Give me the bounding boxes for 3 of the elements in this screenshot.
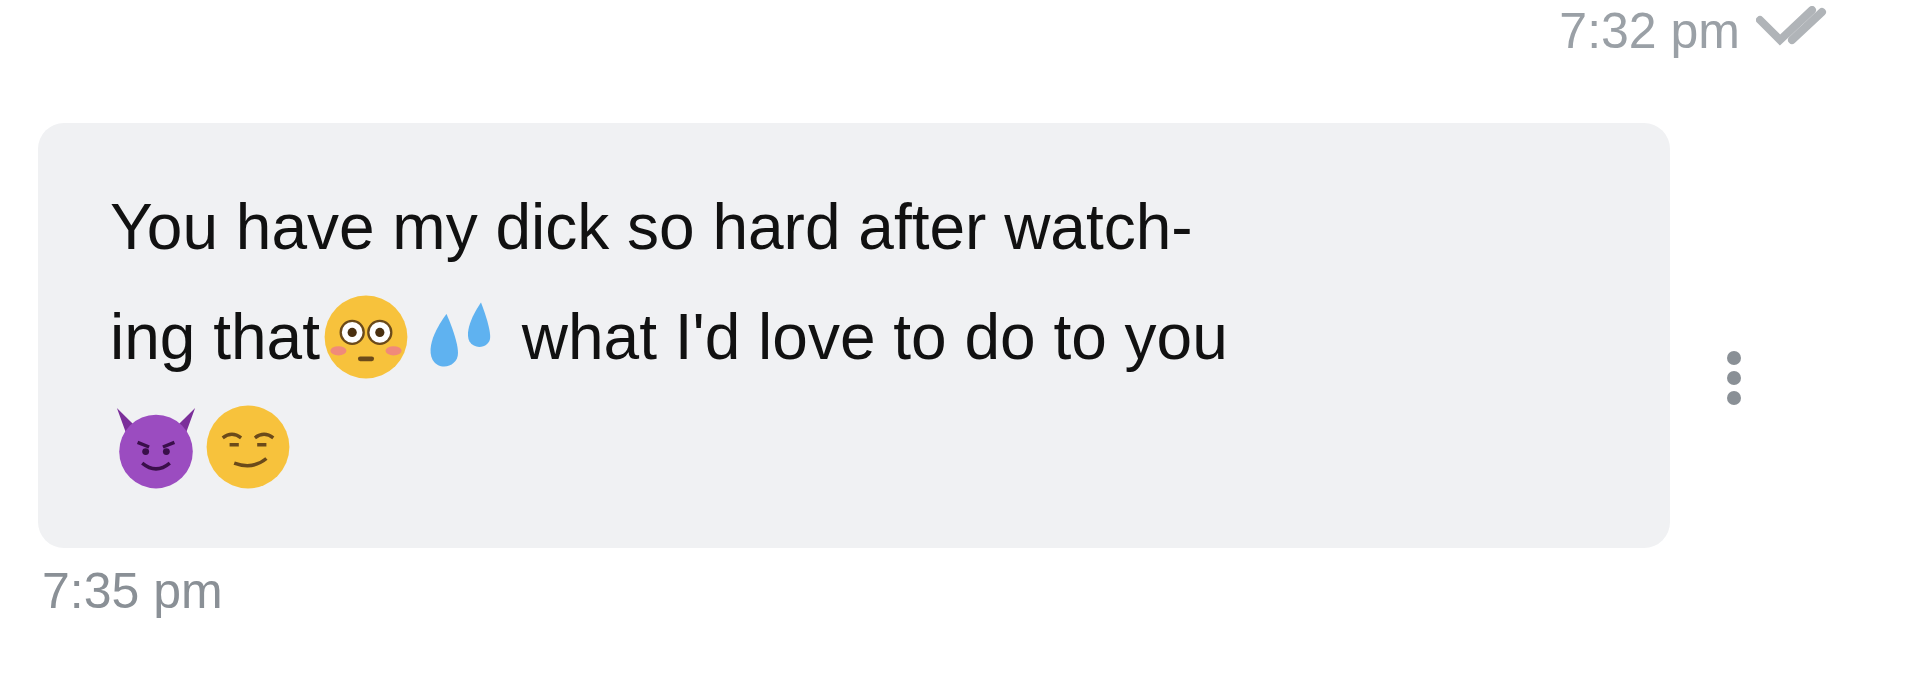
more-options-icon[interactable] (1726, 349, 1742, 406)
message-time: 7:32 pm (1559, 6, 1740, 56)
message-time: 7:35 pm (42, 563, 223, 619)
